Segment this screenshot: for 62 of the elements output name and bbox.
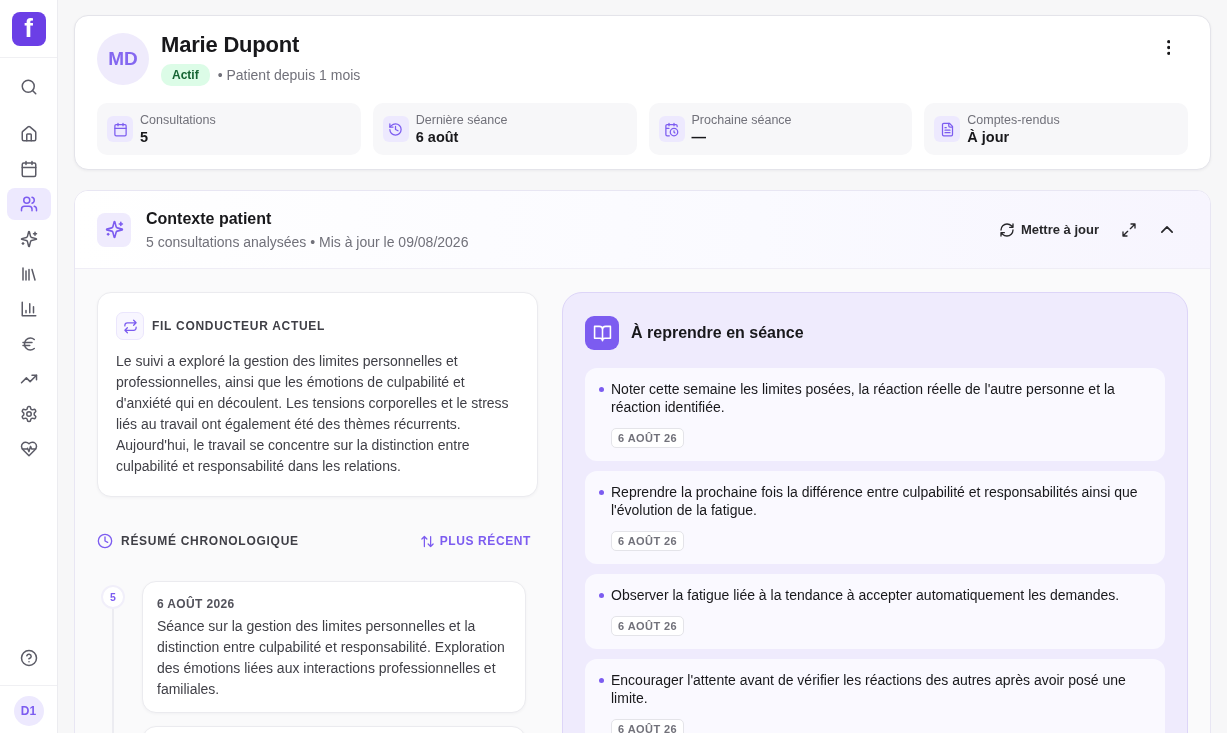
- document-icon: [934, 116, 961, 142]
- thread-heading: FIL CONDUCTEUR ACTUEL: [152, 319, 326, 333]
- refresh-icon: [999, 221, 1015, 238]
- sort-button[interactable]: PLUS RÉCENT: [419, 533, 531, 549]
- sort-arrows-icon: [419, 533, 435, 549]
- patient-since-text: • Patient depuis 1 mois: [217, 67, 361, 83]
- status-pill: Actif: [161, 64, 210, 86]
- date-tag: 6 AOÛT 26: [611, 428, 685, 448]
- entry-number: 5: [101, 585, 125, 609]
- followup-text: Observer la fatigue liée à la tendance à accepter automatiquement les demandes.: [611, 586, 1120, 604]
- expand-icon: [1121, 221, 1137, 238]
- help-icon: [19, 649, 38, 667]
- date-tag: 6 AOÛT 26: [611, 616, 685, 636]
- bullet-icon: [599, 490, 604, 495]
- app-logo[interactable]: f: [11, 11, 46, 46]
- timeline-heading: RÉSUMÉ CHRONOLOGIQUE: [121, 534, 299, 548]
- bullet-icon: [599, 593, 604, 598]
- patient-avatar: MD: [97, 33, 149, 85]
- bar-chart-icon: [19, 300, 38, 318]
- heart-pulse-icon: [19, 440, 38, 458]
- home-icon: [19, 125, 38, 143]
- stat-label: Dernière séance: [415, 113, 508, 127]
- calendar-icon: [19, 160, 38, 178]
- followup-text: Reprendre la prochaine fois la différence entre culpabilité et responsabilités ainsi que l'évolution de la fatigue.: [611, 483, 1139, 519]
- date-tag: 6 AOÛT 26: [611, 531, 685, 551]
- clock-icon: [97, 533, 113, 549]
- date-tag: 6 AOÛT 26: [611, 719, 685, 733]
- stat-value: —: [691, 129, 707, 145]
- bullet-icon: [599, 678, 604, 683]
- entry-date: 6 AOÛT 2026: [157, 597, 236, 611]
- repeat-arrows-icon: [116, 312, 144, 340]
- followup-text: Noter cette semaine les limites posées, la réaction réelle de l'autre personne et la réaction identifiée.: [611, 380, 1116, 416]
- sparkle-icon: [97, 212, 131, 247]
- stat-value: 6 août: [415, 129, 460, 145]
- entry-text: Séance sur la gestion des limites personnelles et la distinction entre culpabilité et responsabilité. Exploration des émotions liées aux interactions professionnelles et familiales.: [157, 617, 506, 699]
- stat-label: Consultations: [140, 113, 216, 127]
- followup-text: Encourager l'attente avant de vérifier les réactions des autres après avoir posé une limite.: [611, 671, 1127, 707]
- books-icon: [19, 265, 38, 283]
- search-icon: [19, 78, 38, 96]
- followup-title: À reprendre en séance: [631, 324, 804, 342]
- history-icon: [382, 116, 409, 142]
- stat-label: Prochaine séance: [691, 113, 792, 127]
- stat-value: À jour: [967, 129, 1011, 145]
- settings-icon: [19, 405, 38, 423]
- sparkle-icon: [19, 230, 38, 248]
- bullet-icon: [599, 387, 604, 392]
- thread-text: Le suivi a exploré la gestion des limites personnelles et professionnelles, ainsi que les émotions de culpabilité et d'anxiété qui en découlent. Les tensions corporelles et le stress liés au travail ont également été des thèmes récurrents. Aujourd'hui, le travail se concentre sur la distinction entre culpabilité et responsabilité dans les relations.: [116, 352, 510, 476]
- euro-icon: [19, 335, 38, 353]
- stat-value: 5: [140, 129, 150, 145]
- book-icon: [585, 316, 619, 350]
- context-title: Contexte patient: [146, 209, 273, 228]
- update-button[interactable]: Mettre à jour: [997, 219, 1101, 240]
- kebab-icon: [1166, 40, 1170, 55]
- calendar-clock-icon: [658, 116, 685, 142]
- sidebar-nav-button[interactable]: [6, 188, 51, 220]
- calendar-icon: [107, 116, 133, 142]
- chevron-up-icon: [1161, 226, 1173, 233]
- patient-name: Marie Dupont: [161, 32, 301, 58]
- user-avatar[interactable]: D1: [13, 696, 44, 726]
- context-subtitle: 5 consultations analysées • Mis à jour le 09/08/2026: [146, 233, 469, 250]
- people-icon: [19, 195, 38, 213]
- stat-label: Comptes-rendus: [967, 113, 1060, 127]
